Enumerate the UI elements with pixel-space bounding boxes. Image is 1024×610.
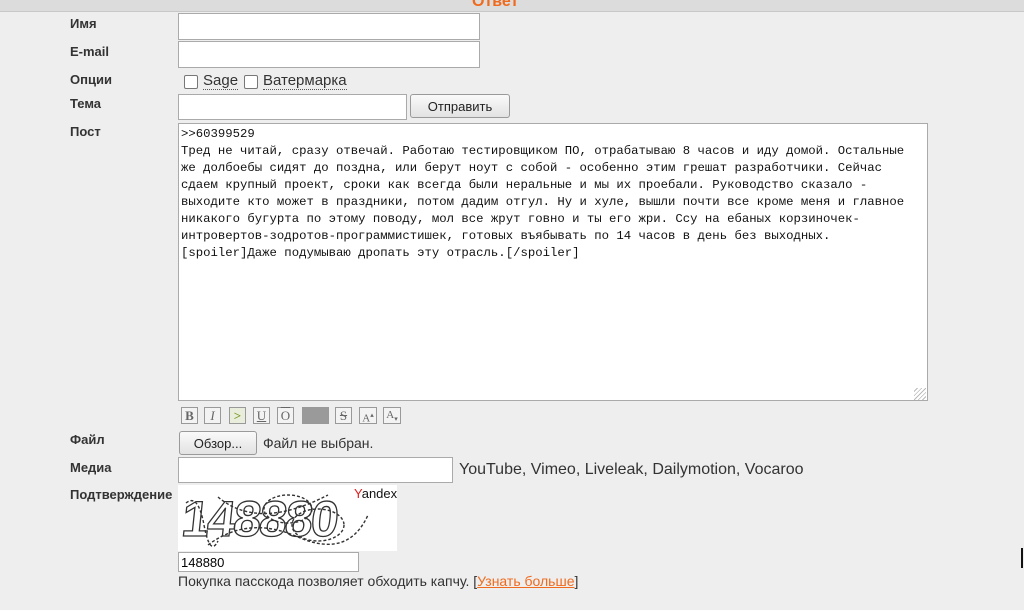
post-label: Пост [70,124,101,139]
sage-checkbox[interactable] [184,74,198,89]
media-label: Медиа [70,460,112,475]
underline-button[interactable]: U [253,407,270,424]
passcode-note-suffix: ] [574,573,579,589]
strike-button[interactable]: S [335,407,352,424]
passcode-note: Покупка пасскода позволяет обходить капч… [178,573,578,589]
email-input[interactable] [178,41,480,68]
superscript-icon: ▴ [370,411,374,419]
browse-button[interactable]: Обзор... [179,431,257,455]
subject-label: Тема [70,96,102,111]
sage-option[interactable]: Sage [184,72,239,90]
italic-button[interactable]: I [204,407,221,424]
resize-handle[interactable] [914,388,926,400]
media-services-note: YouTube, Vimeo, Liveleak, Dailymotion, V… [459,461,804,478]
quote-button[interactable]: > [229,407,246,424]
watermark-option-label: Ватермарка [263,72,347,90]
passcode-note-prefix: Покупка пасскода позволяет обходить капч… [178,573,478,589]
captcha-input[interactable] [178,552,359,572]
media-input[interactable] [178,457,453,483]
spoiler-button[interactable] [302,407,329,424]
options-label: Опции [70,72,112,87]
captcha-label: Подтверждение [70,487,173,502]
superscript-button[interactable]: A▴ [359,407,377,425]
bold-button[interactable]: B [181,407,198,424]
file-status: Файл не выбран. [263,435,374,451]
captcha-image: 148880 Yandex [178,485,397,551]
overline-button[interactable]: O [277,407,294,424]
name-input[interactable] [178,13,480,40]
submit-button[interactable]: Отправить [410,94,510,118]
watermark-option[interactable]: Ватермарка [244,73,347,90]
learn-more-link[interactable]: Узнать больше [477,573,574,589]
file-label: Файл [70,432,105,447]
yandex-logo-text: andex [361,486,397,501]
subscript-button[interactable]: A▾ [383,407,401,424]
email-label: E-mail [70,44,110,59]
watermark-checkbox[interactable] [244,74,258,89]
text-cursor-icon [1021,548,1023,568]
yandex-logo-y-icon: Y [354,486,362,501]
form-title: Ответ [472,0,519,10]
name-label: Имя [70,16,97,31]
subscript-icon: ▾ [394,415,398,424]
subject-input[interactable] [178,94,407,120]
captcha-glyphs: 148880 [178,490,340,547]
post-textarea[interactable]: >>60399529 Тред не читай, сразу отвечай.… [178,123,928,401]
yandex-logo: Yandex [354,486,397,501]
sage-option-label: Sage [203,72,239,90]
